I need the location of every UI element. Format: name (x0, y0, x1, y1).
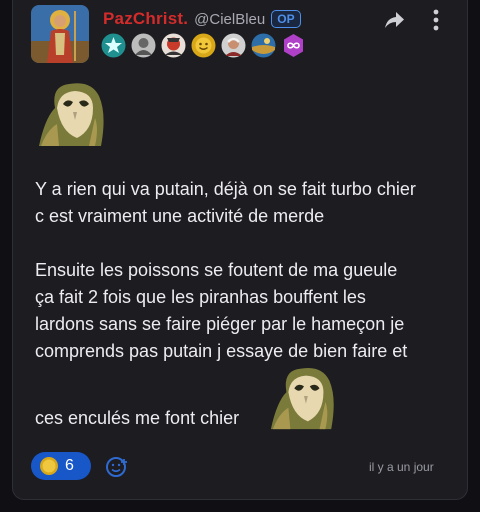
landscape-badge-icon[interactable] (251, 33, 276, 58)
star-badge-icon[interactable] (101, 33, 126, 58)
op-badge: OP (271, 10, 301, 28)
reaction-button[interactable]: 6 (31, 452, 91, 480)
text-line: Ensuite les poissons se foutent de ma gu… (35, 260, 398, 280)
portrait-badge-icon[interactable] (131, 33, 156, 58)
infinity-badge-icon[interactable] (281, 33, 306, 58)
post-body: Y a rien qui va putain, déjà on se fait … (35, 176, 465, 365)
text-line: lardons sans se faire piéger par le hame… (35, 314, 405, 334)
text-line: ça fait 2 fois que les piranhas bouffent… (35, 287, 366, 307)
owl-sticker (39, 83, 104, 146)
post-timestamp: il y a un jour (369, 460, 434, 474)
author-username[interactable]: PazChrist. (103, 9, 188, 29)
author-handle[interactable]: @CielBleu (194, 11, 265, 28)
post-card: PazChrist. @CielBleu OP Y a rien qui va … (12, 0, 468, 500)
reaction-count: 6 (65, 457, 74, 474)
user-badges (101, 33, 306, 58)
text-line: comprends pas putain j essaye de bien fa… (35, 341, 408, 361)
owl-sticker (270, 368, 334, 430)
coin-emoji-icon (40, 457, 58, 475)
text-line-last: ces enculés me font chier (35, 408, 240, 428)
author-avatar[interactable] (31, 5, 89, 63)
share-icon[interactable] (383, 10, 405, 30)
text-line: Y a rien qui va putain, déjà on se fait … (35, 179, 416, 199)
gold-smiley-badge-icon[interactable] (191, 33, 216, 58)
red-face-badge-icon[interactable] (161, 33, 186, 58)
elder-portrait-badge-icon[interactable] (221, 33, 246, 58)
author-line: PazChrist. @CielBleu OP (103, 8, 301, 30)
add-reaction-icon[interactable] (105, 455, 129, 479)
text-line: c est vraiment une activité de merde (35, 206, 325, 226)
more-options-icon[interactable] (429, 8, 443, 32)
saint-avatar-icon (31, 5, 89, 63)
